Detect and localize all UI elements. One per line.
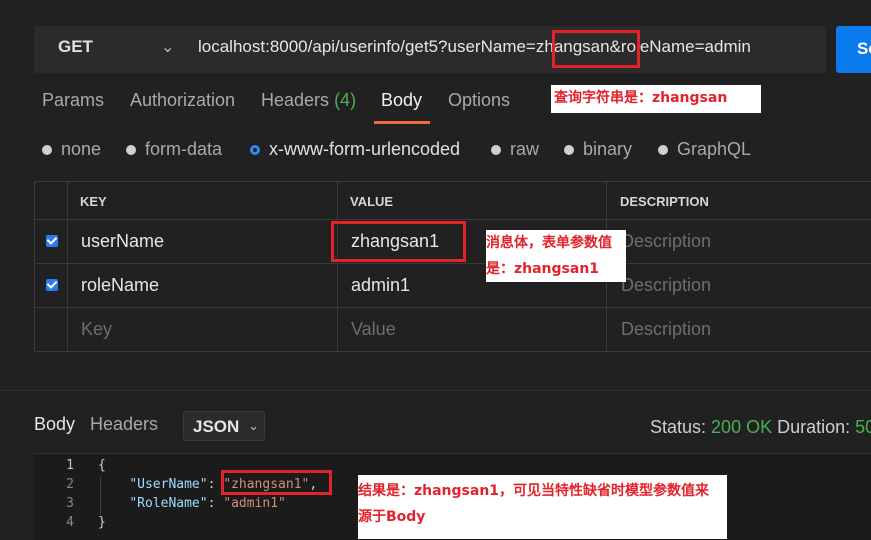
tab-options[interactable]: Options <box>448 90 510 111</box>
radio-graphql[interactable]: GraphQL <box>658 139 751 160</box>
send-button[interactable]: Se <box>836 26 871 73</box>
param-key-cell[interactable]: userName <box>81 231 164 252</box>
line-number: 3 <box>66 496 74 511</box>
radio-selected-icon <box>250 144 260 155</box>
code-line: "RoleName": "admin1" <box>129 496 286 511</box>
status-label: Status: <box>650 417 707 437</box>
radio-none[interactable]: none <box>42 139 101 160</box>
tab-params[interactable]: Params <box>42 90 104 111</box>
new-value-input[interactable]: Value <box>351 319 396 340</box>
radio-x-www-form-urlencoded[interactable]: x-www-form-urlencoded <box>250 139 460 160</box>
radio-label: x-www-form-urlencoded <box>269 139 461 159</box>
code-line: } <box>98 515 106 530</box>
divider <box>34 219 871 220</box>
radio-raw[interactable]: raw <box>491 139 539 160</box>
line-number: 2 <box>66 477 74 492</box>
tab-headers[interactable]: Headers (4) <box>261 90 356 111</box>
response-status: Status: 200 OK Duration: 508 <box>650 417 871 438</box>
radio-dot-icon <box>42 144 52 155</box>
annotation-line: 消息体，表单参数值 <box>486 235 612 251</box>
duration-label: Duration: <box>777 417 851 437</box>
divider <box>34 263 871 264</box>
json-brace: { <box>98 458 106 473</box>
url-input[interactable]: localhost:8000/api/userinfo/get5?userNam… <box>198 37 751 57</box>
annotation-line: 源于Body <box>358 509 426 525</box>
duration-value: 508 <box>855 417 871 437</box>
headers-count-badge: (4) <box>334 90 357 110</box>
active-tab-indicator <box>374 121 430 124</box>
json-value: "admin1" <box>223 496 286 511</box>
radio-label: none <box>61 139 102 159</box>
divider <box>337 181 338 352</box>
tab-authorization[interactable]: Authorization <box>130 90 235 111</box>
format-select[interactable]: JSON ⌄ <box>183 411 265 441</box>
highlight-box <box>221 470 332 495</box>
radio-dot-icon <box>491 144 501 155</box>
annotation-body-note: 消息体，表单参数值 是：zhangsan1 <box>486 230 626 282</box>
column-header-description: DESCRIPTION <box>620 194 709 209</box>
new-description-input[interactable]: Description <box>621 319 711 340</box>
radio-label: GraphQL <box>677 139 752 159</box>
tab-body[interactable]: Body <box>381 90 422 111</box>
send-label: Se <box>857 39 871 58</box>
radio-dot-icon <box>658 144 668 155</box>
annotation-line: 是：zhangsan1 <box>486 261 600 277</box>
radio-binary[interactable]: binary <box>564 139 632 160</box>
divider <box>67 181 68 352</box>
column-header-value: VALUE <box>350 194 394 209</box>
json-key: "UserName" <box>129 477 208 492</box>
radio-dot-icon <box>564 144 574 155</box>
radio-label: raw <box>510 139 540 159</box>
param-key-cell[interactable]: roleName <box>81 275 159 296</box>
response-tab-body[interactable]: Body <box>34 414 75 435</box>
new-key-input[interactable]: Key <box>81 319 112 340</box>
divider <box>34 307 871 308</box>
form-params-table <box>34 181 871 352</box>
chevron-down-icon: ⌄ <box>248 418 259 433</box>
code-line: { <box>98 458 106 473</box>
highlight-box <box>552 30 640 68</box>
row-checkbox[interactable] <box>46 279 58 291</box>
line-number: 4 <box>66 515 74 530</box>
json-key: "RoleName" <box>129 496 208 511</box>
response-tab-headers[interactable]: Headers <box>90 414 158 435</box>
json-brace: } <box>98 515 106 530</box>
panel-divider[interactable] <box>0 390 871 391</box>
status-value: 200 OK <box>711 417 773 437</box>
chevron-down-icon[interactable]: ⌄ <box>161 37 174 57</box>
annotation-result-note: 结果是：zhangsan1，可见当特性缺省时模型参数值来 源于Body <box>358 475 727 539</box>
column-header-key: KEY <box>80 194 107 209</box>
radio-label: binary <box>583 139 633 159</box>
format-label: JSON <box>193 417 240 436</box>
line-number: 1 <box>66 458 74 473</box>
annotation-query-note: 查询字符串是：zhangsan <box>551 85 761 113</box>
param-value-cell[interactable]: admin1 <box>351 275 410 296</box>
radio-form-data[interactable]: form-data <box>126 139 222 160</box>
tab-headers-label: Headers <box>261 90 330 110</box>
annotation-line: 结果是：zhangsan1，可见当特性缺省时模型参数值来 <box>358 483 710 499</box>
param-description-cell[interactable]: Description <box>621 231 711 252</box>
param-description-cell[interactable]: Description <box>621 275 711 296</box>
method-select[interactable]: GET <box>58 37 93 57</box>
radio-dot-icon <box>126 144 136 155</box>
highlight-box <box>331 221 466 262</box>
radio-label: form-data <box>145 139 223 159</box>
row-checkbox[interactable] <box>46 235 58 247</box>
